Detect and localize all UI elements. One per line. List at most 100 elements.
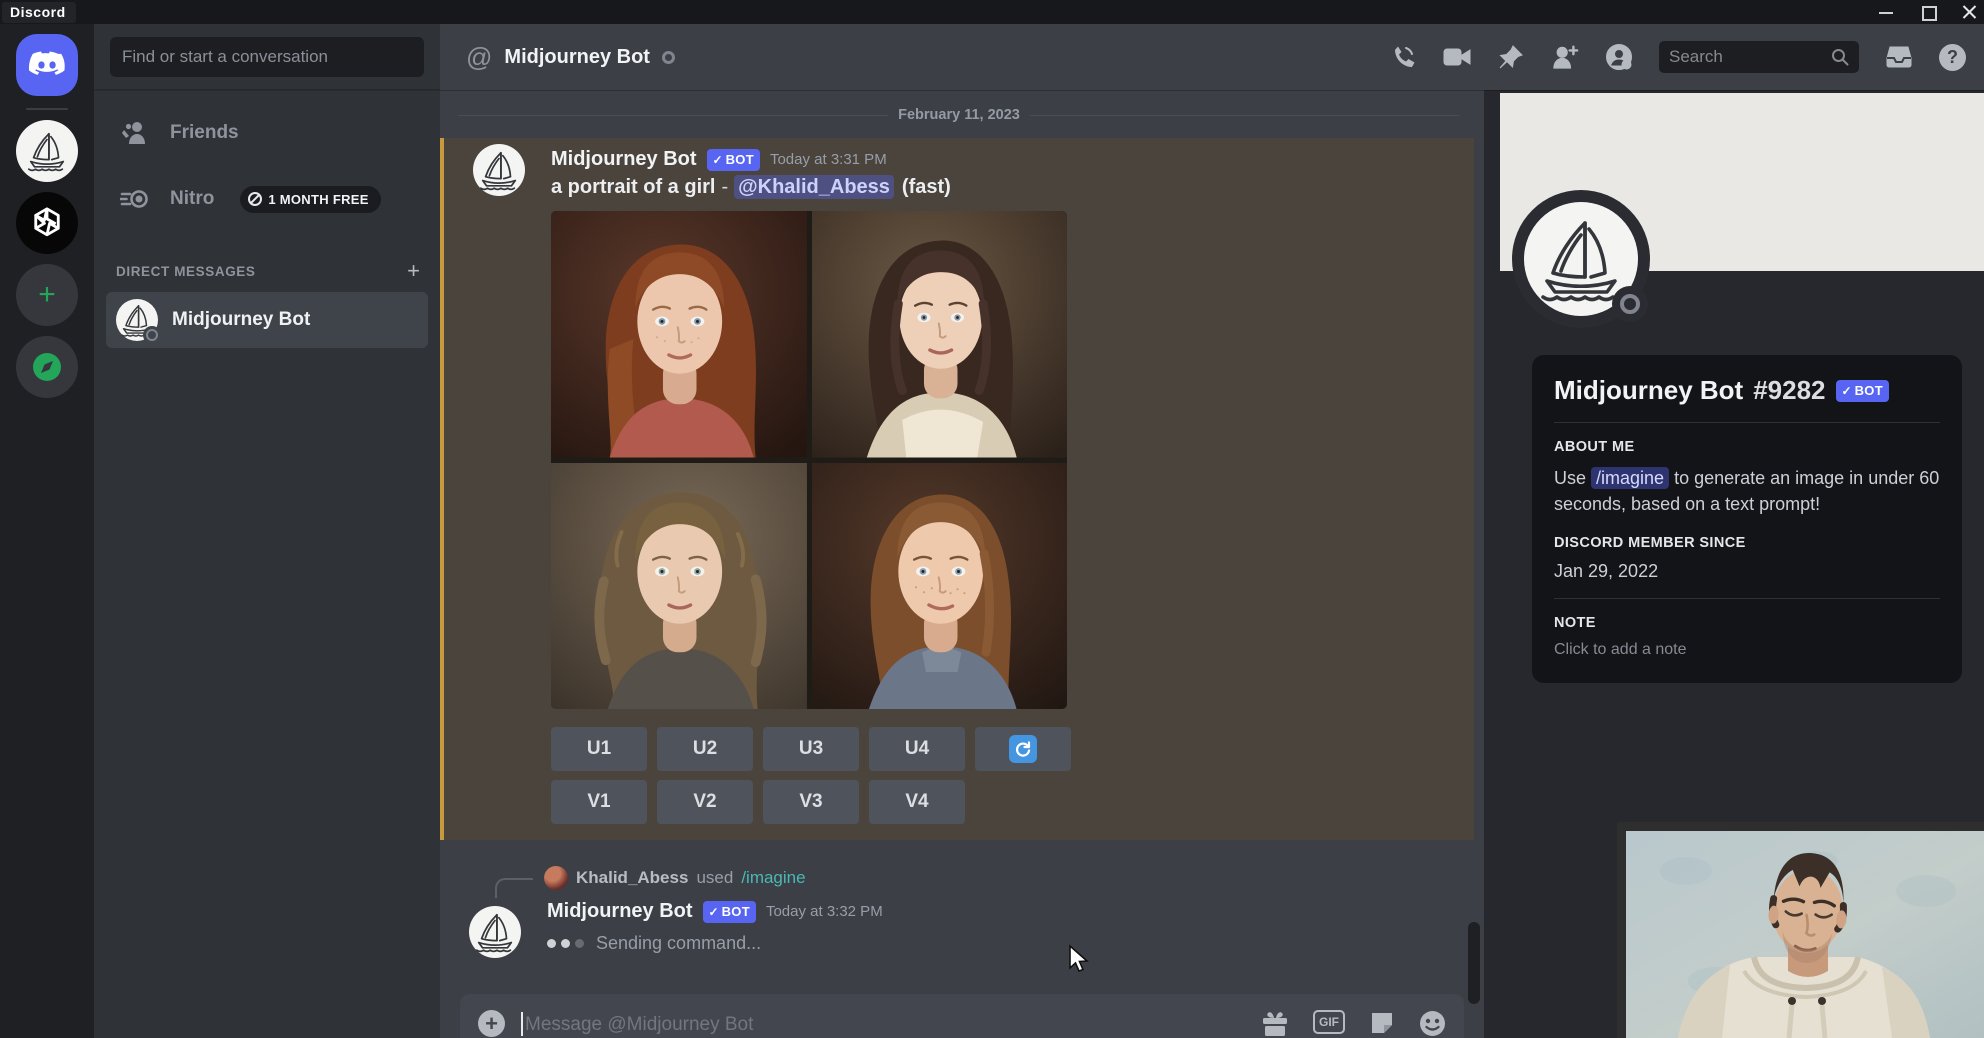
khalid-avatar[interactable] [544,866,568,890]
explore-servers-button[interactable] [16,336,78,398]
variation-button-row: V1 V2 V3 V4 [551,780,1444,824]
message-author[interactable]: Midjourney Bot [547,900,693,923]
user-mention[interactable]: @Khalid_Abess [734,175,894,199]
offline-status-icon [662,51,675,64]
nitro-label: Nitro [170,188,214,210]
reroll-button[interactable] [975,727,1071,771]
generated-image-1[interactable] [551,211,807,458]
note-input[interactable]: Click to add a note [1554,641,1940,659]
message-timestamp: Today at 3:32 PM [766,903,883,920]
nitro-icon [120,187,150,211]
minimize-button[interactable] [1878,4,1894,20]
direct-messages-header: DIRECT MESSAGES + [116,260,420,282]
sending-status-line: Sending command... [547,933,1454,954]
message-author[interactable]: Midjourney Bot [551,148,697,171]
reply-action: used [696,868,733,888]
inbox-button[interactable] [1885,43,1913,71]
conversation-search-button[interactable]: Find or start a conversation [110,37,424,77]
variation-button-v1[interactable]: V1 [551,780,647,824]
prompt-text: a portrait of a girl [551,176,715,198]
generated-image-4[interactable] [812,463,1068,710]
reroll-icon [1009,735,1037,763]
message-input-placeholder[interactable]: Message @Midjourney Bot [525,1014,1261,1036]
at-icon: @ [466,42,492,73]
add-server-button[interactable]: + [16,264,78,326]
sidebar-item-friends[interactable]: Friends [106,106,428,160]
imagine-command-pill[interactable]: /imagine [1591,467,1669,489]
discord-home-button[interactable] [16,34,78,96]
openai-logo-icon [27,203,67,243]
discord-logo-icon [28,50,66,80]
message-timestamp: Today at 3:31 PM [770,151,887,168]
help-button[interactable]: ? [1939,44,1966,71]
mouse-cursor [1066,944,1092,974]
chat-scrollbar-thumb[interactable] [1468,922,1480,1004]
offline-status-badge [143,326,161,344]
about-me-text: Use /imagine to generate an image in und… [1554,465,1940,517]
sticker-picker-button[interactable] [1369,1010,1395,1036]
sidebar-search-area: Find or start a conversation [94,24,440,90]
imagine-command-link[interactable]: /imagine [741,868,805,888]
gift-icon[interactable] [1261,1010,1289,1036]
message-input-bar[interactable]: + Message @Midjourney Bot GIF [460,994,1464,1038]
member-since-header: DISCORD MEMBER SINCE [1554,535,1940,551]
server-openai[interactable] [16,192,78,254]
midjourney-boat-icon [476,147,522,193]
prompt-line: a portrait of a girl-@Khalid_Abess(fast) [551,176,1444,199]
chat-header: @ Midjourney Bot [440,24,1984,90]
sidebar-item-nitro[interactable]: Nitro 1 MONTH FREE [106,172,428,226]
about-me-header: ABOUT ME [1554,439,1940,455]
sending-status-text: Sending command... [596,933,761,954]
generated-image-2[interactable] [812,211,1068,458]
variation-button-v2[interactable]: V2 [657,780,753,824]
midjourney-bot-avatar[interactable] [473,144,525,196]
emoji-picker-button[interactable] [1419,1010,1446,1037]
midjourney-bot-avatar[interactable] [469,906,521,958]
server-midjourney[interactable] [16,120,78,182]
card-divider [1554,422,1940,423]
profile-card: Midjourney Bot#9282 ✓ BOT ABOUT ME Use /… [1532,355,1962,683]
midjourney-boat-icon [472,909,518,955]
generated-image-3[interactable] [551,463,807,710]
variation-button-v4[interactable]: V4 [869,780,965,824]
video-call-button[interactable] [1443,43,1471,71]
generated-image-grid [551,211,1067,709]
bot-badge: ✓ BOT [707,149,760,171]
create-dm-button[interactable]: + [407,260,420,282]
upscale-button-u4[interactable]: U4 [869,727,965,771]
voice-call-button[interactable] [1389,43,1417,71]
header-search-box[interactable]: Search [1659,41,1859,73]
upscale-button-u1[interactable]: U1 [551,727,647,771]
variation-button-v3[interactable]: V3 [763,780,859,824]
search-icon [1831,48,1849,66]
pinned-messages-button[interactable] [1497,43,1525,71]
chat-messages-panel: February 11, 2023 Midjourney Bot ✓ BOT T… [440,90,1484,1038]
upscale-button-u2[interactable]: U2 [657,727,753,771]
upscale-button-u3[interactable]: U3 [763,727,859,771]
message-imagine-result: Midjourney Bot ✓ BOT Today at 3:31 PM a … [440,138,1474,840]
add-friend-to-dm-button[interactable] [1551,43,1579,71]
reply-spine [495,878,533,898]
nitro-promo-badge: 1 MONTH FREE [240,186,380,213]
maximize-button[interactable] [1920,4,1936,20]
server-rail: + [0,24,94,1038]
profile-username: Midjourney Bot [1554,375,1743,406]
midjourney-boat-icon [24,128,70,174]
verified-check-icon: ✓ [713,153,723,167]
member-since-value: Jan 29, 2022 [1554,561,1940,582]
app-title: Discord [2,2,76,23]
attach-file-button[interactable]: + [478,1010,505,1037]
reply-username[interactable]: Khalid_Abess [576,868,688,888]
message-sending: Midjourney Bot ✓ BOT Today at 3:32 PM Se… [440,900,1484,960]
gif-picker-button[interactable]: GIF [1313,1010,1345,1034]
dm-item-midjourney-bot[interactable]: Midjourney Bot [106,292,428,348]
user-profile-button[interactable] [1605,43,1633,71]
webcam-overlay [1617,822,1984,1038]
card-divider [1554,598,1940,599]
offline-status-badge [1612,286,1648,322]
profile-avatar[interactable] [1512,190,1650,328]
bot-badge: ✓ BOT [703,901,756,923]
close-button[interactable] [1962,4,1978,20]
friends-icon [120,120,150,146]
discord-window: Discord + [0,0,1984,1038]
